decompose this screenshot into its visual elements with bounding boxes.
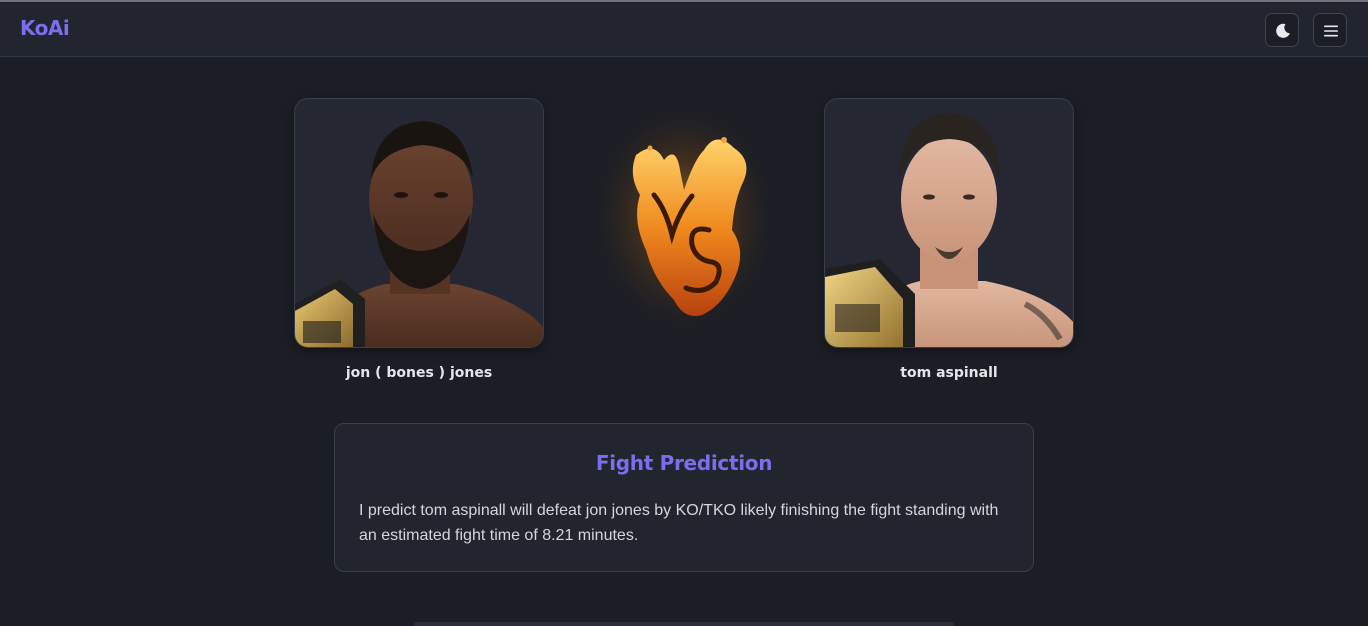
brand-logo[interactable]: KoAi: [20, 16, 70, 40]
fighter-card-left[interactable]: [294, 98, 544, 348]
fighter-card-right[interactable]: [824, 98, 1074, 348]
fighter-photo: [825, 113, 1073, 347]
prediction-text: I predict tom aspinall will defeat jon j…: [359, 502, 999, 544]
flaming-vs-icon: [584, 97, 784, 347]
fighter-name-right: tom aspinall: [900, 365, 998, 381]
prediction-card: Fight Prediction I predict tom aspinall …: [334, 423, 1034, 572]
navbar: KoAi: [0, 2, 1368, 57]
vs-graphic: [584, 97, 784, 350]
bottom-divider: [414, 622, 954, 626]
theme-toggle-button[interactable]: [1265, 13, 1299, 47]
hamburger-menu-icon: [1324, 25, 1338, 37]
prediction-title: Fight Prediction: [595, 451, 773, 475]
moon-icon: [1276, 23, 1290, 38]
fighter-photo: [295, 121, 543, 347]
fighter-name-left: jon ( bones ) jones: [345, 365, 493, 381]
menu-button[interactable]: [1313, 13, 1347, 47]
